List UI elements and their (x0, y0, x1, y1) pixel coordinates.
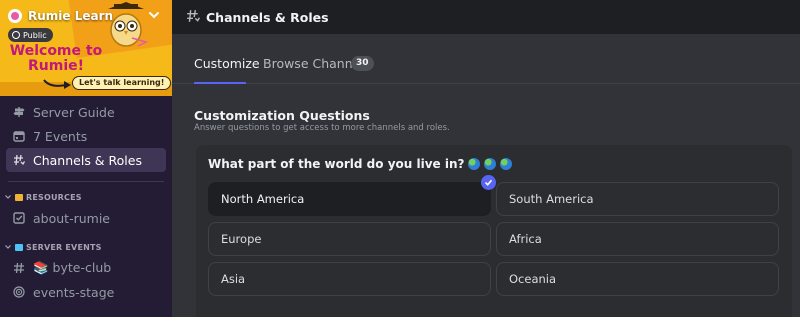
arrow-icon (43, 79, 71, 89)
channels-roles-icon (13, 154, 25, 166)
channel-byte-club[interactable]: 📚 byte-club (6, 256, 166, 280)
page-title: Channels & Roles (206, 9, 329, 25)
option-north-america[interactable]: North America (208, 175, 496, 216)
channel-count-badge: 30 (351, 56, 374, 71)
channel-about-rumie[interactable]: about-rumie (6, 206, 166, 230)
sidebar-item-channels-roles[interactable]: Channels & Roles (6, 148, 166, 172)
server-sidebar: Rumie Learn Public Welcome to Rumie! Let… (0, 0, 172, 317)
rules-check-icon (13, 212, 25, 224)
option-label: Africa (509, 232, 542, 246)
server-banner[interactable]: Rumie Learn Public Welcome to Rumie! Let… (0, 0, 172, 96)
checkmark-icon (481, 175, 496, 190)
category-label: RESOURCES (26, 192, 82, 202)
sidebar-item-label: 7 Events (33, 128, 88, 144)
globe-emoji-icon (500, 158, 513, 170)
globe-emoji-icon (468, 158, 481, 170)
question-text: What part of the world do you live in? (208, 157, 465, 171)
category-server-events[interactable]: SERVER EVENTS (0, 238, 172, 256)
signpost-icon (13, 106, 25, 118)
section-subtitle: Answer questions to get access to more c… (194, 123, 450, 133)
question-prompt: What part of the world do you live in? (208, 157, 513, 171)
category-label: SERVER EVENTS (26, 242, 102, 252)
option-africa[interactable]: Africa (496, 222, 779, 256)
banner-headline: Welcome to Rumie! (9, 43, 103, 74)
option-asia[interactable]: Asia (208, 262, 491, 296)
section-title: Customization Questions (194, 108, 370, 123)
public-label: Public (23, 30, 47, 40)
globe-emoji-icon (484, 158, 497, 170)
chevron-down-icon (5, 195, 11, 199)
category-resources[interactable]: RESOURCES (0, 188, 172, 206)
server-name-header[interactable]: Rumie Learn (8, 9, 113, 23)
chevron-down-icon[interactable] (148, 10, 160, 20)
stage-icon (13, 286, 25, 298)
channel-label: about-rumie (33, 210, 110, 226)
option-label: Oceania (509, 272, 557, 286)
sidebar-item-server-guide[interactable]: Server Guide (6, 100, 166, 124)
option-label: Asia (221, 272, 246, 286)
channels-roles-icon (186, 8, 201, 27)
public-badge: Public (8, 28, 53, 42)
active-tab-indicator (194, 82, 246, 84)
option-south-america[interactable]: South America (496, 182, 779, 216)
server-logo-icon (8, 9, 22, 23)
option-europe[interactable]: Europe (208, 222, 491, 256)
calendar-icon (13, 130, 25, 142)
globe-icon (12, 31, 20, 39)
sidebar-item-label: Channels & Roles (33, 152, 142, 168)
option-label: North America (221, 192, 305, 206)
question-card: What part of the world do you live in? N… (196, 145, 792, 317)
books-emoji-icon (15, 193, 23, 201)
hash-icon (13, 262, 25, 274)
channel-header: Channels & Roles (172, 0, 800, 34)
chevron-down-icon (5, 245, 11, 249)
tab-customize[interactable]: Customize (194, 56, 260, 71)
sidebar-item-events[interactable]: 7 Events (6, 124, 166, 148)
sidebar-item-label: Server Guide (33, 104, 115, 120)
option-oceania[interactable]: Oceania (496, 262, 779, 296)
option-label: South America (509, 192, 594, 206)
channel-events-stage[interactable]: events-stage (6, 280, 166, 304)
option-label: Europe (221, 232, 262, 246)
ticket-emoji-icon (15, 243, 23, 251)
main-content: Channels & Roles Customize Browse Channe… (172, 0, 800, 317)
divider (8, 181, 164, 182)
server-name: Rumie Learn (28, 9, 114, 23)
channel-label: events-stage (33, 284, 115, 300)
banner-tagline: Let's talk learning! (72, 76, 172, 90)
channel-label: 📚 byte-club (33, 260, 112, 275)
channel-list: Server Guide 7 Events Channels & Roles R… (0, 100, 172, 304)
tab-bar: Customize Browse Channels 30 (172, 34, 800, 84)
